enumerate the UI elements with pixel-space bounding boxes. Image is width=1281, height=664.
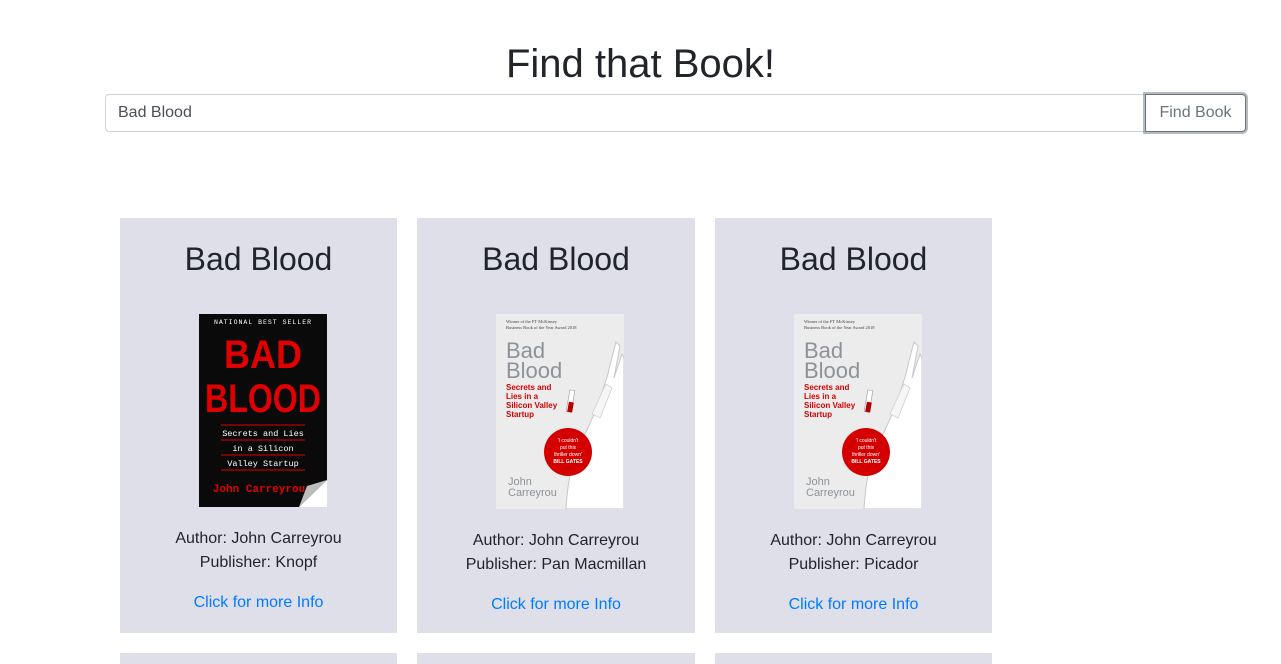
book-card: Bad Blood Winner of the FT McKinsey Busi… [715, 218, 992, 633]
cover-text: Secrets and [506, 383, 551, 392]
cover-text: Startup [506, 410, 534, 419]
cover-text: put this [560, 445, 577, 451]
book-publisher: Publisher: Pan Macmillan [465, 556, 647, 573]
cover-text: BAD [224, 333, 302, 377]
cover-text: Silicon Valley [506, 401, 558, 410]
cover-text: NATIONAL BEST SELLER [214, 319, 312, 326]
cover-text: in a Silicon [232, 444, 293, 454]
cover-text: Blood [804, 358, 860, 383]
cover-text: Winner of the FT McKinsey [804, 319, 856, 324]
book-author: Author: John Carreyrou [472, 532, 640, 549]
cover-text: Startup [804, 410, 832, 419]
search-bar: Find Book [105, 94, 1246, 132]
cover-text: Lies in a [506, 392, 539, 401]
cover-text: Silicon Valley [804, 401, 856, 410]
cover-text: thriller down' [852, 452, 880, 458]
cover-text: put this [858, 445, 875, 451]
cover-text: Carreyrou [508, 487, 557, 499]
cover-text: Secrets and [804, 383, 849, 392]
cover-text: Blood [506, 358, 562, 383]
book-card: Bad Blood Winner of the FT McKinsey Busi… [417, 218, 695, 633]
more-info-link[interactable]: Click for more Info [417, 593, 695, 617]
cover-text: Lies in a [804, 392, 837, 401]
cover-text: Business Book of the Year Award 2018 [506, 325, 577, 330]
book-author: Author: John Carreyrou [770, 532, 937, 549]
search-input[interactable] [105, 94, 1145, 132]
cover-text: Business Book of the Year Award 2018 [804, 325, 875, 330]
cover-text: 'I couldn't [856, 438, 877, 444]
cover-text: thriller down' [554, 452, 582, 458]
page-title: Find that Book! [505, 42, 776, 86]
book-publisher: Publisher: Picador [788, 556, 919, 573]
more-info-link[interactable]: Click for more Info [120, 591, 397, 615]
cover-text: Valley Startup [227, 459, 298, 469]
cover-text: Secrets and Lies [222, 429, 304, 439]
book-card-partial [715, 653, 992, 664]
book-card-partial [417, 653, 695, 664]
cover-text: BILL GATES [553, 459, 583, 465]
book-author: Author: John Carreyrou [175, 530, 342, 547]
more-info-link[interactable]: Click for more Info [715, 593, 992, 617]
find-book-button[interactable]: Find Book [1145, 94, 1246, 132]
book-meta: Author: John Carreyrou Publisher: Pan Ma… [417, 529, 695, 577]
cover-text: Winner of the FT McKinsey [506, 319, 558, 324]
book-title: Bad Blood [482, 241, 630, 277]
cover-text: BILL GATES [851, 459, 881, 465]
book-card-partial [120, 653, 397, 664]
book-card: Bad Blood NATIONAL BEST SELLER BAD BLOOD… [120, 218, 397, 633]
page: Find that Book! Find Book Bad Blood NATI… [0, 0, 1281, 664]
book-title: Bad Blood [184, 241, 333, 277]
book-title: Bad Blood [779, 241, 928, 277]
cover-text: 'I couldn't [558, 438, 579, 444]
book-cover-image: Winner of the FT McKinsey Business Book … [496, 314, 624, 509]
cover-text: BLOOD [205, 377, 321, 421]
cover-text: John Carreyrou [213, 484, 305, 496]
cover-text: Carreyrou [806, 487, 855, 499]
book-cover-image: NATIONAL BEST SELLER BAD BLOOD Secrets a… [199, 314, 327, 507]
book-cover-image: Winner of the FT McKinsey Business Book … [794, 314, 922, 509]
book-publisher: Publisher: Knopf [199, 554, 318, 571]
book-meta: Author: John Carreyrou Publisher: Picado… [715, 529, 992, 577]
book-meta: Author: John Carreyrou Publisher: Knopf [120, 527, 397, 575]
